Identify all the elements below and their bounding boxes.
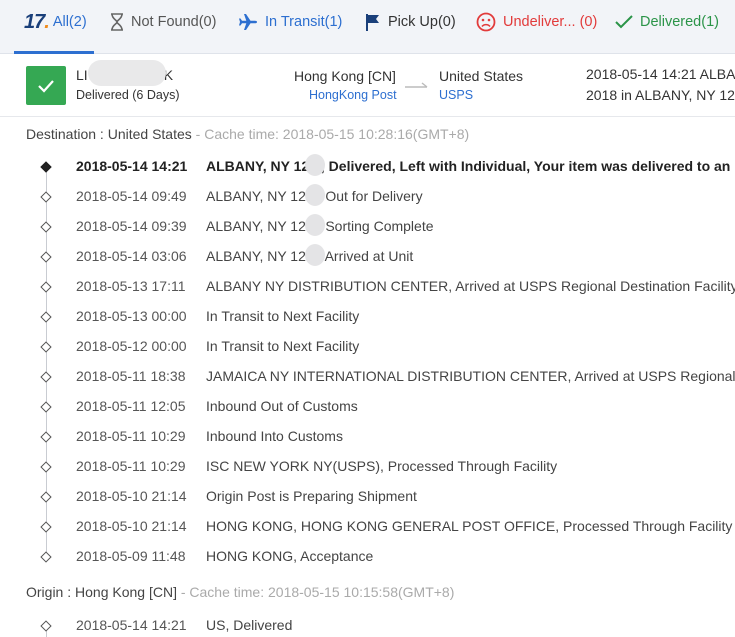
airplane-icon xyxy=(238,13,258,31)
timeline-event: 2018-05-14 14:21 US, Delivered xyxy=(0,611,735,637)
destination-label: Destination : United States xyxy=(26,126,192,142)
origin-cache-time: - Cache time: 2018-05-15 10:15:58(GMT+8) xyxy=(176,584,455,600)
destination-country: United States xyxy=(439,68,524,84)
sad-face-icon xyxy=(476,12,496,32)
diamond-icon xyxy=(40,371,52,383)
event-description: ALBANY, NY 122 , Delivered, Left with In… xyxy=(206,158,735,174)
timeline-event: 2018-05-14 09:49ALBANY, NY 122 , Out for… xyxy=(0,182,735,212)
diamond-icon xyxy=(40,401,52,413)
event-description: US, Delivered xyxy=(206,617,293,633)
delivered-status-icon xyxy=(26,66,66,105)
event-time: 2018-05-11 10:29 xyxy=(76,428,186,444)
event-time: 2018-05-14 03:06 xyxy=(76,248,187,264)
event-time: 2018-05-14 14:21 xyxy=(76,617,187,633)
tab-not-found[interactable]: Not Found(0) xyxy=(110,0,216,44)
event-time: 2018-05-11 10:29 xyxy=(76,458,186,474)
timeline-event: 2018-05-10 21:14 Origin Post is Preparing… xyxy=(0,482,735,512)
checkmark-icon xyxy=(615,15,633,29)
tab-undelivered-label: Undeliver... (0) xyxy=(503,14,598,30)
diamond-icon xyxy=(40,521,52,533)
timeline-event: 2018-05-11 18:38 JAMAICA NY INTERNATIONAL… xyxy=(0,362,735,392)
tab-pick-up[interactable]: Pick Up(0) xyxy=(365,0,456,44)
diamond-icon xyxy=(40,191,52,203)
redaction-blur xyxy=(305,214,325,236)
redaction-blur xyxy=(305,184,325,206)
diamond-icon xyxy=(40,251,52,263)
timeline-event: 2018-05-11 12:05 Inbound Out of Customs xyxy=(0,392,735,422)
destination-cache-time: - Cache time: 2018-05-15 10:28:16(GMT+8) xyxy=(191,126,470,142)
origin-carrier-link[interactable]: HongKong Post xyxy=(309,88,397,102)
event-time: 2018-05-11 18:38 xyxy=(76,368,186,384)
timeline-event: 2018-05-11 10:29 Inbound Into Customs xyxy=(0,422,735,452)
latest-event-time: 2018-05-14 14:21 ALBA xyxy=(586,66,735,82)
timeline-event: 2018-05-09 11:48 HONG KONG, Acceptance xyxy=(0,542,735,572)
diamond-icon xyxy=(40,551,52,563)
timeline-event: 2018-05-13 17:11 ALBANY NY DISTRIBUTION C… xyxy=(0,272,735,302)
event-description: HONG KONG, HONG KONG GENERAL POST OFFICE… xyxy=(206,518,733,534)
diamond-icon xyxy=(40,461,52,473)
timeline-event: 2018-05-14 09:39ALBANY, NY 122 , Sorting… xyxy=(0,212,735,242)
flag-icon xyxy=(365,13,381,31)
origin-country: Hong Kong [CN] xyxy=(294,68,396,84)
event-time: 2018-05-09 11:48 xyxy=(76,548,186,564)
tab-in-transit-label: In Transit(1) xyxy=(265,14,343,30)
event-description: JAMAICA NY INTERNATIONAL DISTRIBUTION CE… xyxy=(206,368,735,384)
status-tab-bar: 17. All(2) Not Found(0) In Transit(1) Pi… xyxy=(0,0,735,54)
latest-event-detail: 2018 in ALBANY, NY 122 xyxy=(586,87,735,103)
event-description: HONG KONG, Acceptance xyxy=(206,548,374,564)
active-tab-indicator xyxy=(14,51,94,54)
timeline-event: 2018-05-12 00:00 In Transit to Next Facil… xyxy=(0,332,735,362)
timeline-event: 2018-05-11 10:29 ISC NEW YORK NY(USPS), P… xyxy=(0,452,735,482)
timeline-event: 2018-05-14 03:06ALBANY, NY 122 , Arrived… xyxy=(0,242,735,272)
diamond-icon xyxy=(40,431,52,443)
event-description: In Transit to Next Facility xyxy=(206,338,360,354)
arrow-right-icon xyxy=(405,77,429,88)
tab-undelivered[interactable]: Undeliver... (0) xyxy=(476,0,597,44)
origin-label: Origin : Hong Kong [CN] xyxy=(26,584,177,600)
event-time: 2018-05-14 09:49 xyxy=(76,188,187,204)
diamond-icon xyxy=(40,221,52,233)
hourglass-icon xyxy=(110,13,124,31)
origin-header: Origin : Hong Kong [CN] - Cache time: 20… xyxy=(26,584,454,600)
timeline-event: 2018-05-10 21:14 HONG KONG, HONG KONG GEN… xyxy=(0,512,735,542)
tab-all-label: All(2) xyxy=(52,14,87,30)
event-description: Origin Post is Preparing Shipment xyxy=(206,488,417,504)
tab-delivered[interactable]: Delivered(1) xyxy=(615,0,719,44)
tab-not-found-label: Not Found(0) xyxy=(131,14,217,30)
event-description: In Transit to Next Facility xyxy=(206,308,360,324)
redaction-blur xyxy=(305,244,325,266)
delivery-status: Delivered (6 Days) xyxy=(76,88,180,102)
event-time: 2018-05-13 00:00 xyxy=(76,308,187,324)
diamond-icon xyxy=(40,281,52,293)
event-time: 2018-05-10 21:14 xyxy=(76,488,187,504)
destination-header: Destination : United States - Cache time… xyxy=(26,126,469,142)
diamond-icon xyxy=(40,491,52,503)
tab-pick-up-label: Pick Up(0) xyxy=(388,14,456,30)
tab-in-transit[interactable]: In Transit(1) xyxy=(238,0,342,44)
redaction-blur xyxy=(88,60,166,86)
timeline-event: 2018-05-13 00:00 In Transit to Next Facil… xyxy=(0,302,735,332)
diamond-icon xyxy=(40,311,52,323)
redaction-blur xyxy=(305,154,325,176)
event-time: 2018-05-13 17:11 xyxy=(76,278,186,294)
event-time: 2018-05-14 14:21 xyxy=(76,158,188,174)
shipment-summary[interactable]: LIHK Delivered (6 Days) Hong Kong [CN] H… xyxy=(0,55,735,117)
event-time: 2018-05-14 09:39 xyxy=(76,218,187,234)
destination-carrier-link[interactable]: USPS xyxy=(439,88,473,102)
tab-delivered-label: Delivered(1) xyxy=(640,14,719,30)
tab-all[interactable]: 17. All(2) xyxy=(24,0,87,44)
event-description: ISC NEW YORK NY(USPS), Processed Through… xyxy=(206,458,558,474)
timeline-event: 2018-05-14 14:21 ALBANY, NY 122 , Deliver… xyxy=(0,152,735,182)
event-time: 2018-05-10 21:14 xyxy=(76,518,187,534)
17track-logo: 17. xyxy=(24,10,50,33)
diamond-icon xyxy=(40,620,52,632)
event-time: 2018-05-11 12:05 xyxy=(76,398,186,414)
diamond-icon xyxy=(40,161,52,173)
diamond-icon xyxy=(40,341,52,353)
event-time: 2018-05-12 00:00 xyxy=(76,338,187,354)
event-description: Inbound Into Customs xyxy=(206,428,343,444)
event-description: ALBANY NY DISTRIBUTION CENTER, Arrived a… xyxy=(206,278,735,294)
event-description: Inbound Out of Customs xyxy=(206,398,358,414)
